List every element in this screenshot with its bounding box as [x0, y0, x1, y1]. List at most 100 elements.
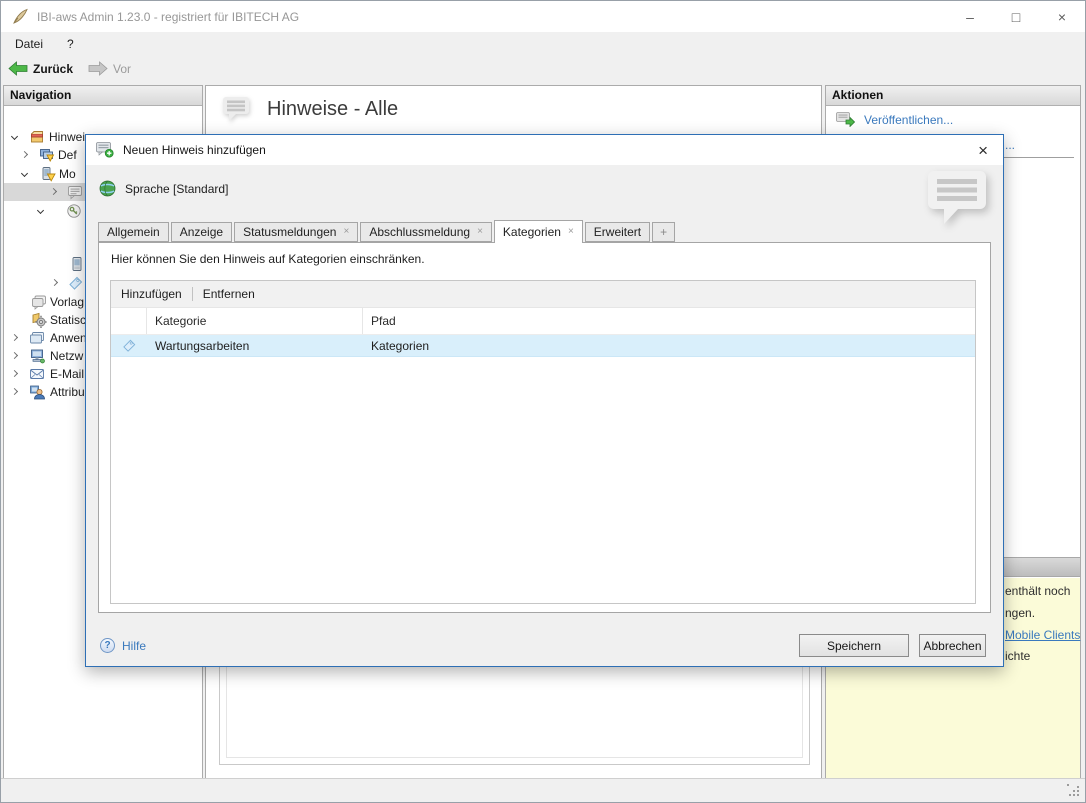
window-controls: – □ × — [947, 1, 1085, 32]
tab-allgemein[interactable]: Allgemein — [98, 222, 169, 242]
tree-item-label: Statisc — [50, 313, 86, 327]
icon-column-header — [111, 308, 147, 334]
chevron-down-icon[interactable] — [21, 170, 28, 177]
chevron-right-icon[interactable] — [21, 151, 28, 158]
add-category-button[interactable]: Hinzufügen — [111, 284, 192, 304]
help-icon: ? — [100, 638, 115, 653]
tree-item-label: Mo — [59, 167, 76, 181]
add-tab-icon: + — [660, 225, 667, 239]
network-icon — [29, 348, 45, 364]
tab-kategorien[interactable]: Kategorien × — [494, 220, 583, 243]
tab-close-icon[interactable]: × — [343, 227, 349, 237]
menubar: Datei ? — [1, 32, 1085, 56]
remove-category-button[interactable]: Entfernen — [193, 284, 265, 304]
page-title: Hinweise - Alle — [267, 98, 398, 121]
tree-item-label: Def — [58, 148, 77, 162]
table-header-row: Kategorie Pfad — [111, 308, 975, 335]
language-label: Sprache [Standard] — [125, 182, 228, 196]
tab-add-button[interactable]: + — [652, 222, 675, 242]
resize-grip[interactable] — [1067, 784, 1080, 797]
chevron-right-icon[interactable] — [11, 370, 18, 377]
publish-link[interactable]: Veröffentlichen... — [836, 112, 953, 127]
dialog-tabs: Allgemein Anzeige Statusmeldungen × Absc… — [98, 220, 677, 243]
publish-icon — [836, 112, 855, 127]
table-row[interactable]: Wartungsarbeiten Kategorien — [111, 335, 975, 357]
tab-label: Kategorien — [503, 225, 561, 239]
tab-label: Allgemein — [107, 225, 160, 239]
navigation-toolbar: Zurück Vor — [1, 56, 1085, 81]
app-logo-icon — [12, 8, 29, 25]
publish-link-label: Veröffentlichen... — [864, 113, 953, 127]
minimize-button[interactable]: – — [947, 1, 993, 32]
tab-label: Abschlussmeldung — [369, 225, 470, 239]
note-text: enthält noch — [1005, 584, 1070, 598]
note-text: ngen. — [1005, 606, 1035, 620]
statistics-gear-icon — [31, 312, 47, 328]
globe-icon — [99, 180, 116, 197]
actions-panel-header: Aktionen — [826, 86, 1080, 106]
forward-button[interactable]: Vor — [88, 61, 131, 76]
back-button[interactable]: Zurück — [8, 61, 73, 76]
phone-icon — [69, 256, 85, 272]
tab-close-icon[interactable]: × — [477, 227, 483, 237]
mobile-clients-link[interactable]: Mobile Clients — [1005, 628, 1080, 642]
statusbar — [1, 778, 1085, 802]
dialog-close-icon[interactable]: × — [978, 142, 988, 159]
dialog-titlebar: Neuen Hinweis hinzufügen × — [86, 135, 1003, 165]
chevron-right-icon[interactable] — [50, 188, 57, 195]
help-link[interactable]: ? Hilfe — [100, 638, 146, 653]
menu-help[interactable]: ? — [67, 37, 74, 51]
chevron-down-icon[interactable] — [37, 207, 44, 214]
forward-label: Vor — [113, 62, 131, 76]
applications-icon — [29, 330, 45, 346]
back-arrow-icon — [8, 61, 28, 76]
help-label: Hilfe — [122, 639, 146, 653]
navigation-panel-header: Navigation — [4, 86, 202, 106]
cancel-button[interactable]: Abbrechen — [919, 634, 986, 657]
tab-erweitert[interactable]: Erweitert — [585, 222, 650, 242]
chevron-right-icon[interactable] — [11, 352, 18, 359]
note-text: ichte — [1005, 649, 1030, 663]
tree-item-label: Netzw — [50, 349, 83, 363]
template-bubble-icon — [31, 294, 47, 310]
close-button[interactable]: × — [1039, 1, 1085, 32]
instruction-text: Hier können Sie den Hinweis auf Kategori… — [111, 252, 425, 266]
tab-statusmeldungen[interactable]: Statusmeldungen × — [234, 222, 358, 242]
cell-pfad: Kategorien — [363, 335, 975, 356]
add-notice-dialog: Neuen Hinweis hinzufügen × Sprache [Stan… — [85, 134, 1004, 667]
column-header-kategorie[interactable]: Kategorie — [147, 308, 363, 334]
tab-close-icon[interactable]: × — [568, 227, 574, 237]
tab-label: Erweitert — [594, 225, 641, 239]
menu-datei[interactable]: Datei — [15, 37, 43, 51]
column-header-pfad[interactable]: Pfad — [363, 308, 975, 334]
row-icon-cell — [111, 335, 147, 356]
tag-icon — [68, 275, 84, 291]
chevron-right-icon[interactable] — [11, 388, 18, 395]
tab-abschlussmeldung[interactable]: Abschlussmeldung × — [360, 222, 492, 242]
tree-item-label: Vorlag — [50, 295, 84, 309]
cell-kategorie: Wartungsarbeiten — [147, 335, 363, 356]
save-button[interactable]: Speichern — [799, 634, 909, 657]
titlebar: IBI-aws Admin 1.23.0 - registriert für I… — [1, 1, 1085, 32]
notice-group-icon — [29, 129, 45, 145]
notice-watermark-icon — [924, 168, 990, 228]
key-icon — [66, 203, 82, 219]
language-selector[interactable]: Sprache [Standard] — [99, 180, 228, 197]
truncated-action-link[interactable]: ... — [1005, 138, 1015, 152]
back-label: Zurück — [33, 62, 73, 76]
maximize-button[interactable]: □ — [993, 1, 1039, 32]
tab-label: Anzeige — [180, 225, 223, 239]
chevron-right-icon[interactable] — [51, 279, 58, 286]
kategorien-tab-content: Hier können Sie den Hinweis auf Kategori… — [98, 242, 991, 613]
categories-toolbar: Hinzufügen Entfernen — [111, 281, 975, 308]
email-icon — [29, 366, 45, 382]
main-header: Hinweise - Alle — [221, 95, 398, 123]
notice-bubble-icon — [67, 184, 83, 200]
chevron-down-icon[interactable] — [11, 133, 18, 140]
tree-item-label: E-Mail — [50, 367, 84, 381]
tab-label: Statusmeldungen — [243, 225, 336, 239]
forward-arrow-icon — [88, 61, 108, 76]
chevron-right-icon[interactable] — [11, 334, 18, 341]
tab-anzeige[interactable]: Anzeige — [171, 222, 232, 242]
app-window: IBI-aws Admin 1.23.0 - registriert für I… — [0, 0, 1086, 803]
